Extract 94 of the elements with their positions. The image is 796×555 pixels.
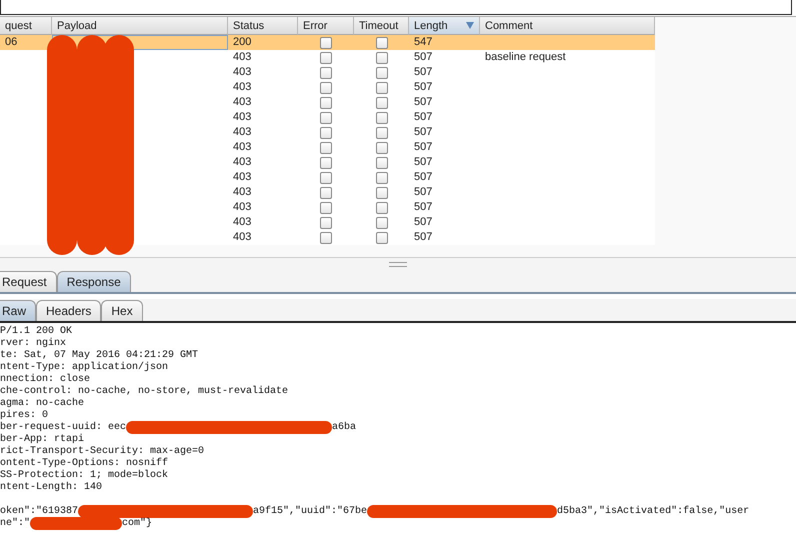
column-header[interactable]: Payload [52,17,228,35]
response-text: SS-Protection: 1; mode=block [0,470,168,482]
response-text: ontent-Type-Options: nosniff [0,458,168,470]
checkbox[interactable] [376,36,388,48]
splitter-handle[interactable] [389,262,407,266]
table-cell-text: 507 [413,140,434,155]
table-cell-text: 403 [232,215,252,230]
tab[interactable]: Hex [101,300,143,321]
table-cell-text: 507 [413,50,434,65]
checkbox[interactable] [376,156,388,168]
table-cell-text: baseline request [484,50,567,65]
checkbox[interactable] [320,96,332,108]
response-text: P/1.1 200 OK [0,326,72,338]
table-cell-text: 507 [413,155,434,170]
response-text: nnection: close [0,374,90,386]
response-text: pires: 0 [0,410,48,422]
table-cell-text: 06 [4,35,18,50]
response-text: rver: nginx [0,338,66,350]
table-cell-text: 507 [413,65,434,80]
checkbox[interactable] [376,216,388,228]
checkbox[interactable] [320,66,332,78]
checkbox[interactable] [376,172,388,184]
checkbox[interactable] [320,82,332,94]
response-text: a6ba [332,422,356,434]
response-text: ne":" [0,518,30,530]
checkbox[interactable] [376,202,388,214]
table-cell-text: 507 [413,170,434,185]
checkbox[interactable] [320,112,332,124]
response-text: ntent-Length: 140 [0,482,102,494]
table-cell-text: 403 [232,140,252,155]
response-text: ber-App: rtapi [0,434,84,446]
column-header[interactable]: Error [298,17,354,35]
checkbox[interactable] [376,66,388,78]
table-cell-text: 200 [232,35,252,50]
checkbox[interactable] [320,52,332,64]
column-header[interactable]: quest [0,17,52,35]
table-cell-text: 403 [232,185,252,200]
table-cell-text: 507 [413,80,434,95]
column-header[interactable]: Status [228,17,298,35]
response-text: com"} [122,518,152,530]
checkbox[interactable] [376,82,388,94]
response-text: ntent-Type: application/json [0,362,168,374]
table-cell-text: 403 [232,50,252,65]
checkbox[interactable] [320,216,332,228]
text-field[interactable] [0,0,792,15]
checkbox[interactable] [376,112,388,124]
checkbox[interactable] [320,142,332,154]
table-cell-text: 507 [413,200,434,215]
table-cell-text: 403 [232,200,252,215]
table-cell-text: 507 [413,230,434,245]
checkbox[interactable] [376,142,388,154]
checkbox[interactable] [376,96,388,108]
column-header[interactable]: Timeout [354,17,409,35]
response-text: che-control: no-cache, no-store, must-revalidate [0,386,288,398]
column-header[interactable]: Length [409,17,480,35]
checkbox[interactable] [320,202,332,214]
table-cell-text: 403 [232,95,252,110]
checkbox[interactable] [376,126,388,138]
response-text: oken":"619387 [0,506,78,518]
table-cell-text: 507 [413,185,434,200]
table-cell-text: 403 [232,170,252,185]
tab[interactable]: Headers [36,300,102,321]
checkbox[interactable] [376,52,388,64]
checkbox[interactable] [320,232,332,244]
checkbox[interactable] [320,186,332,198]
table-cell-text: 403 [232,80,252,95]
table-cell-text: 403 [232,125,252,140]
checkbox[interactable] [320,156,332,168]
table-cell-text: 507 [413,215,434,230]
table-cell-text: 507 [413,125,434,140]
table-cell-text: 403 [232,230,252,245]
sort-arrow-icon [466,22,474,29]
response-text: d5ba3","isActivated":false,"user [557,506,750,518]
response-text: a9f15","uuid":"67be [253,506,368,518]
tab[interactable]: Response [56,271,131,292]
table-cell-text: 507 [413,110,434,125]
table-cell-text: 403 [232,155,252,170]
table-cell-text: 403 [232,110,252,125]
table-cell-text: 507 [413,95,434,110]
response-text: agma: no-cache [0,398,84,410]
checkbox[interactable] [320,36,332,48]
checkbox[interactable] [376,186,388,198]
result-row[interactable]: 06 200 547 [0,35,655,50]
response-text: ber-request-uuid: eec [0,422,126,434]
response-text: te: Sat, 07 May 2016 04:21:29 GMT [0,350,198,362]
checkbox[interactable] [376,232,388,244]
tab[interactable]: Request [0,271,57,292]
table-cell-text: 547 [413,35,434,50]
checkbox[interactable] [320,126,332,138]
column-header[interactable]: Comment [480,17,655,35]
tab[interactable]: Raw [0,300,36,321]
checkbox[interactable] [320,172,332,184]
table-cell-text: 403 [232,65,252,80]
response-text: rict-Transport-Security: max-age=0 [0,446,204,458]
